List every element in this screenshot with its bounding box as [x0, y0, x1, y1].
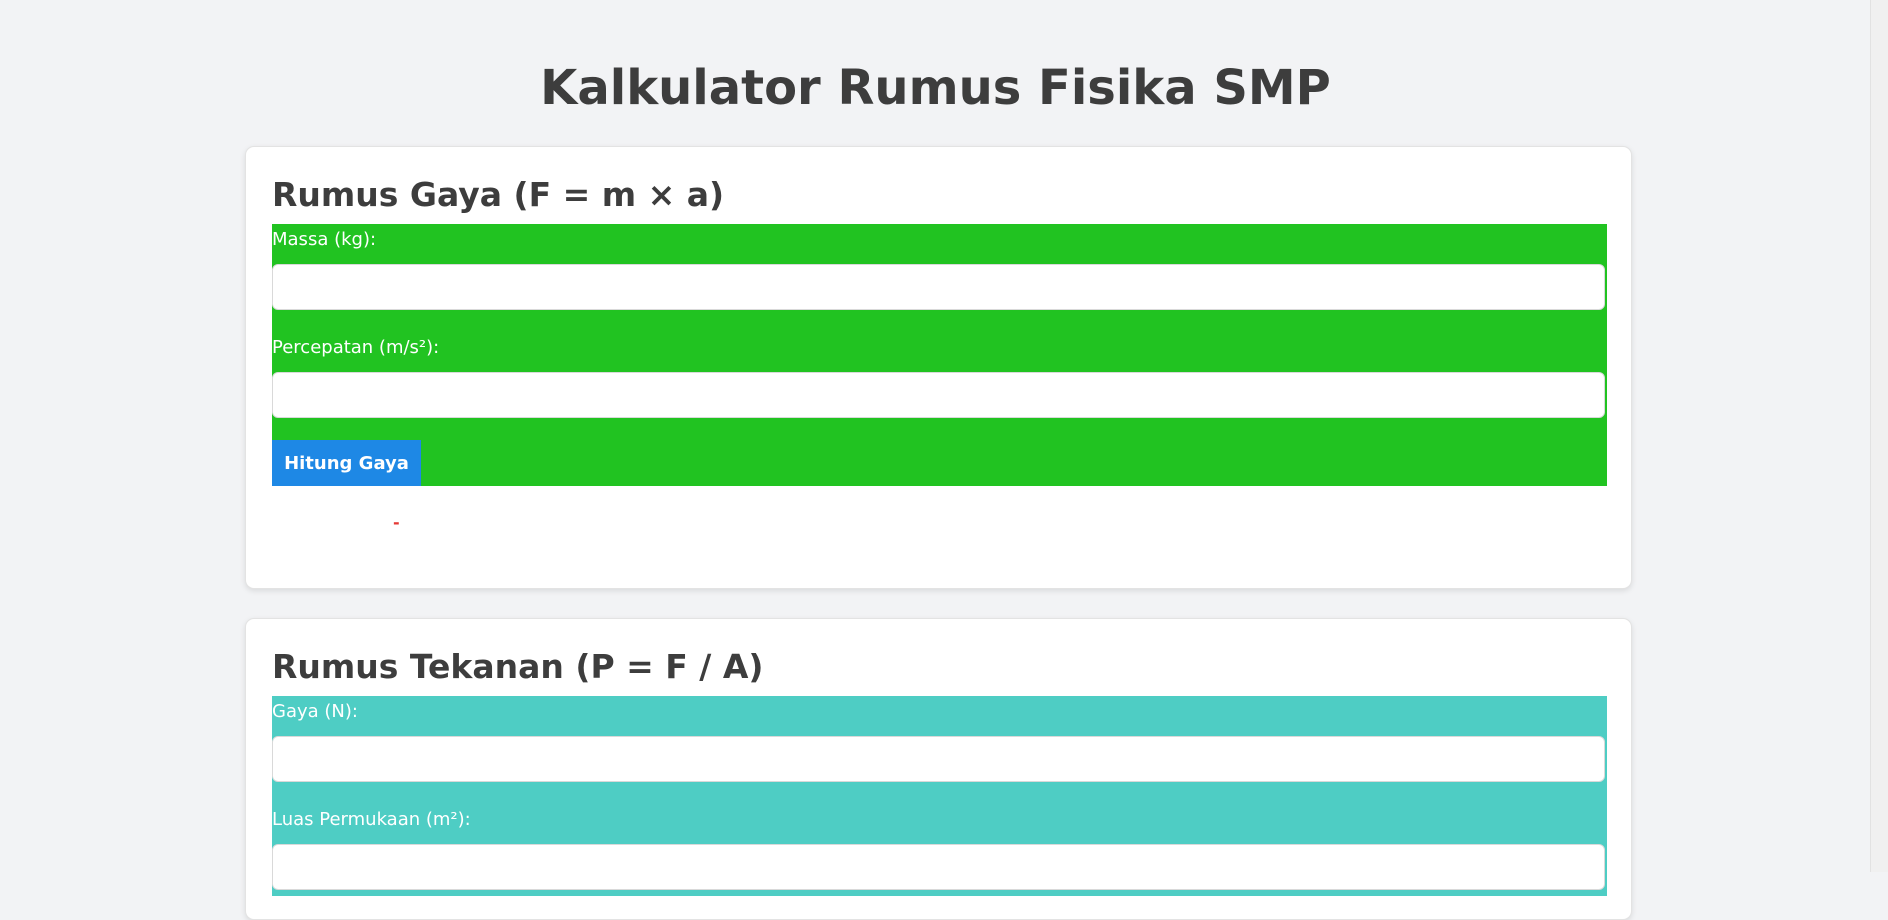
pressure-formula-title: Rumus Tekanan (P = F / A): [272, 647, 764, 686]
surface-area-input[interactable]: [272, 844, 1605, 890]
force-formula-form: Massa (kg): Percepatan (m/s²): Hitung Ga…: [272, 224, 1607, 486]
page-title: Kalkulator Rumus Fisika SMP: [540, 60, 1331, 116]
surface-area-label: Luas Permukaan (m²):: [272, 809, 471, 830]
pressure-formula-form: Gaya (N): Luas Permukaan (m²):: [272, 696, 1607, 896]
pressure-formula-card: Rumus Tekanan (P = F / A) Gaya (N): Luas…: [245, 618, 1632, 920]
force-formula-title: Rumus Gaya (F = m × a): [272, 175, 725, 214]
vertical-scrollbar[interactable]: [1870, 0, 1888, 872]
calculate-force-button[interactable]: Hitung Gaya: [272, 440, 421, 486]
acceleration-label: Percepatan (m/s²):: [272, 337, 440, 358]
force-label: Gaya (N):: [272, 701, 358, 722]
force-input[interactable]: [272, 736, 1605, 782]
acceleration-input[interactable]: [272, 372, 1605, 418]
mass-label: Massa (kg):: [272, 229, 377, 250]
mass-input[interactable]: [272, 264, 1605, 310]
force-formula-card: Rumus Gaya (F = m × a) Massa (kg): Perce…: [245, 146, 1632, 589]
force-result: -: [393, 513, 400, 532]
